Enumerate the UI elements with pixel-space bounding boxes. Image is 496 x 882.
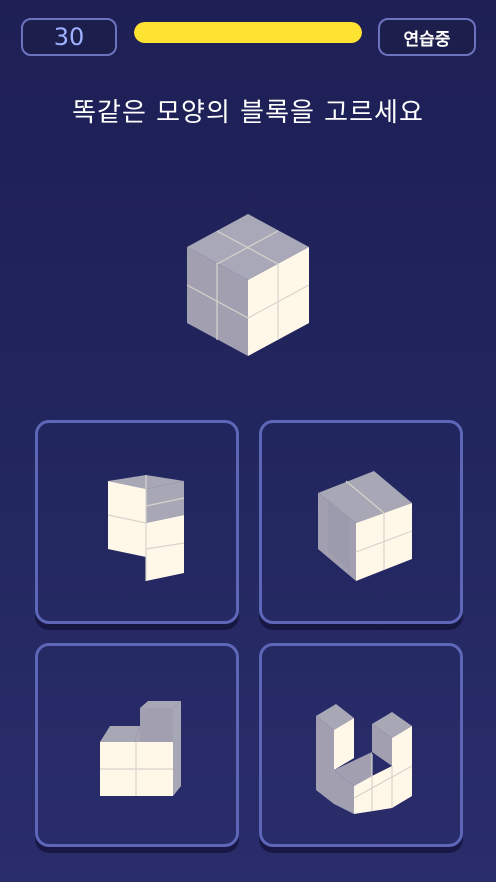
block-u-shape-icon	[316, 704, 413, 814]
block-cube-notched-icon	[318, 471, 413, 581]
block-stair-left-icon	[100, 701, 181, 796]
answer-option-b[interactable]	[259, 420, 463, 624]
timer-bar	[134, 22, 362, 43]
answer-option-d[interactable]	[259, 643, 463, 847]
target-block	[168, 200, 328, 370]
answer-option-c[interactable]	[35, 643, 239, 847]
timer-fill	[134, 22, 362, 43]
score-counter: 30	[21, 18, 117, 56]
answer-option-a[interactable]	[35, 420, 239, 624]
block-stair-right-icon	[107, 475, 185, 581]
cube-2x2x2-icon	[186, 214, 310, 356]
practice-mode-button[interactable]: 연습중	[378, 18, 476, 56]
top-bar: 30 연습중	[0, 0, 496, 70]
question-prompt: 똑같은 모양의 블록을 고르세요	[72, 98, 424, 128]
